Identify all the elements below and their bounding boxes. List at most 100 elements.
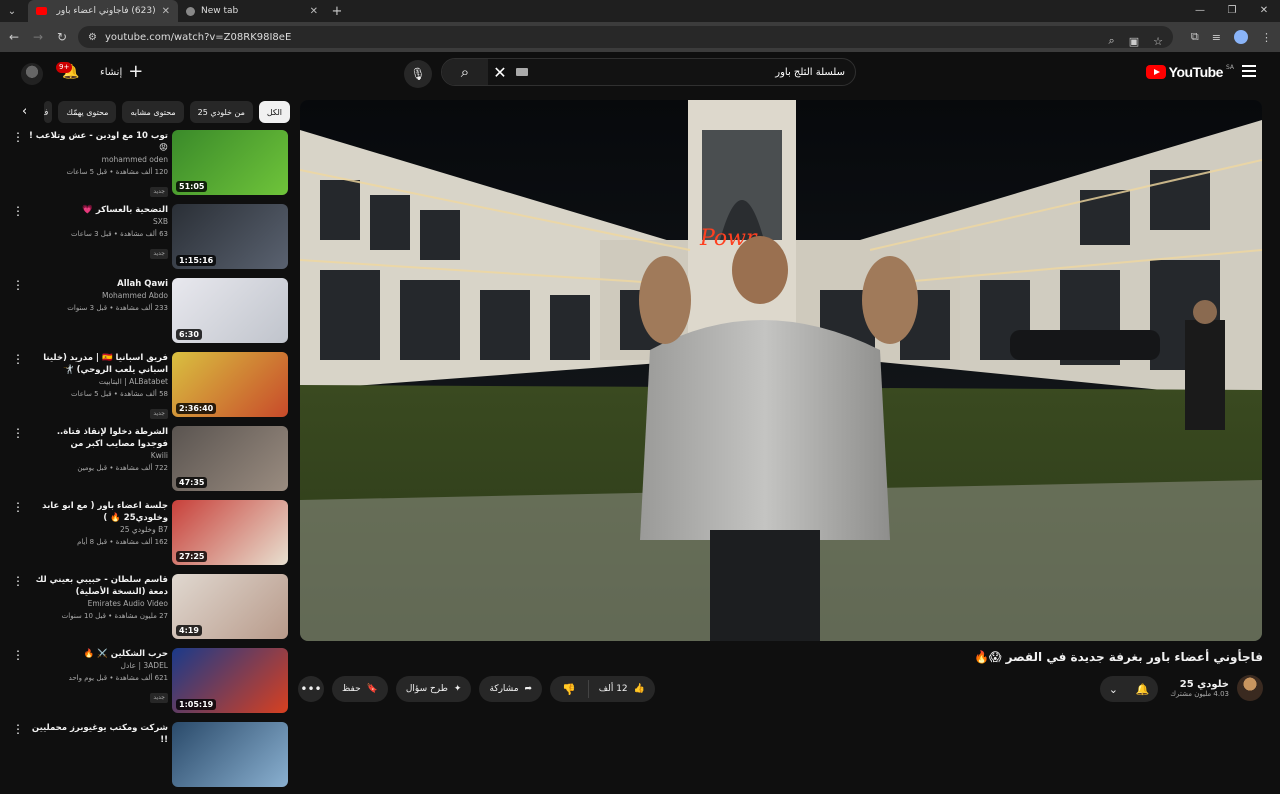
more-vertical-icon[interactable]: ⋮	[12, 575, 24, 587]
back-arrow-icon[interactable]: ←	[2, 30, 26, 44]
more-vertical-icon[interactable]: ⋮	[12, 501, 24, 513]
chrome-menu-icon[interactable]: ⋮	[1261, 31, 1272, 44]
tab-close-icon[interactable]: ✕	[162, 6, 170, 17]
recommendation-channel[interactable]: mohammed oden	[28, 154, 168, 166]
more-vertical-icon[interactable]: ⋮	[12, 649, 24, 661]
more-vertical-icon[interactable]: ⋮	[12, 353, 24, 365]
plus-icon: +	[128, 61, 144, 82]
notification-count-badge: 9+	[56, 62, 73, 73]
recommendation-channel[interactable]: B7 وخلودي 25	[28, 524, 168, 536]
tab-youtube[interactable]: (623) فاجأوني أعضاء باور بغرفة جديدة ✕	[28, 0, 178, 22]
recommendation-thumbnail[interactable]: 51:05	[172, 130, 288, 195]
recommendation-item[interactable]: ⋮ شركت ومكتب يوغيوبرز محمليين !!	[0, 720, 292, 794]
recommendation-title[interactable]: فريق اسبانيا 🇪🇸 | مدريد (خلينا اسباني يل…	[28, 352, 168, 376]
voice-search-mic-icon[interactable]: 🎙	[404, 60, 432, 88]
recommendation-title[interactable]: الشرطة دخلوا لإنقاذ فتاة.. فوجدوا مصايب …	[28, 426, 168, 450]
recommendation-thumbnail[interactable]	[172, 722, 288, 787]
share-button[interactable]: ➦ مشاركة	[479, 676, 543, 702]
recommendation-title[interactable]: جلسة اعضاء باور ( مع ابو عابد وخلودي25 🔥…	[28, 500, 168, 524]
recommendation-item[interactable]: ⋮ جلسة اعضاء باور ( مع ابو عابد وخلودي25 …	[0, 498, 292, 572]
chip-all[interactable]: الكل	[258, 101, 290, 123]
tab-new-tab[interactable]: New tab ✕	[178, 0, 326, 22]
recommendation-channel[interactable]: Emirates Audio Video	[28, 598, 168, 610]
tab-close-icon[interactable]: ✕	[310, 6, 318, 17]
keyboard-icon[interactable]	[516, 68, 528, 76]
address-bar[interactable]: ⚙ youtube.com/watch?v=Z08RK98I8eE ⌕ ▣ ☆	[78, 26, 1173, 48]
ask-button[interactable]: ✦ طرح سؤال	[395, 676, 472, 702]
tab-search-chevron-icon[interactable]: ⌄	[0, 0, 24, 22]
site-info-icon[interactable]: ⚙	[88, 32, 97, 43]
recommendation-item[interactable]: ⋮ التضحية بالعساكر 💗 SXB 63 ألف مشاهدة • قب…	[0, 202, 292, 276]
recommendation-item[interactable]: ⋮ توب 10 مع اودين - عش وتلاعب ! 😡 mohammed…	[0, 128, 292, 202]
recommendation-item[interactable]: ⋮ الشرطة دخلوا لإنقاذ فتاة.. فوجدوا مصايب…	[0, 424, 292, 498]
media-controls-icon[interactable]: ≡	[1212, 31, 1221, 44]
like-button[interactable]: 12 ألف 👍	[587, 680, 655, 698]
recommendation-thumbnail[interactable]: 1:15:16	[172, 204, 288, 269]
recommendation-channel[interactable]: 3ADEL | عادل	[28, 660, 168, 672]
search-button[interactable]: ⌕	[442, 59, 488, 85]
recommendation-thumbnail[interactable]: 2:36:40	[172, 352, 288, 417]
minimize-icon[interactable]: —	[1184, 0, 1216, 22]
recommendation-title[interactable]: Allah Qawi	[28, 278, 168, 290]
youtube-logo[interactable]: YouTube SA	[1145, 64, 1234, 80]
recommendation-title[interactable]: توب 10 مع اودين - عش وتلاعب ! 😡	[28, 130, 168, 154]
recommendation-item[interactable]: ⋮ حرب الشكلين ⚔️ 🔥 3ADEL | عادل 621 ألف مشا…	[0, 646, 292, 720]
chip-from-channel[interactable]: من خلودي 25	[189, 101, 253, 123]
recommendation-title[interactable]: حرب الشكلين ⚔️ 🔥	[28, 648, 168, 660]
zoom-icon[interactable]: ⌕	[1109, 34, 1115, 48]
chip-for-you[interactable]: محتوى يهمّك	[58, 101, 117, 123]
related-filter-chips: الكل من خلودي 25 محتوى مشابه محتوى يهمّك…	[40, 100, 290, 124]
sparkle-icon: ✦	[453, 684, 462, 694]
video-player[interactable]: Powr	[300, 100, 1262, 641]
search-input[interactable]: سلسلة الثلج باور	[528, 67, 855, 78]
cast-icon[interactable]: ▣	[1129, 35, 1139, 48]
recommendation-title[interactable]: شركت ومكتب يوغيوبرز محمليين !!	[28, 722, 168, 746]
recommendation-thumbnail[interactable]: 47:35	[172, 426, 288, 491]
recommendation-item[interactable]: ⋮ Allah Qawi Mohammed Abdo 233 ألف مشاهدة •…	[0, 276, 292, 350]
recommendation-title[interactable]: التضحية بالعساكر 💗	[28, 204, 168, 216]
more-vertical-icon[interactable]: ⋮	[12, 427, 24, 439]
recommendation-channel[interactable]: Kwili	[28, 450, 168, 462]
recommendation-channel[interactable]: SXB	[28, 216, 168, 228]
chips-scroll-left-chevron-icon[interactable]: ‹	[22, 104, 27, 119]
recommendation-thumbnail[interactable]: 6:30	[172, 278, 288, 343]
chip-more[interactable]: ف	[44, 101, 53, 123]
create-button[interactable]: إنشاء +	[100, 61, 144, 82]
video-owner[interactable]: خلودي 25 4.03 مليون مشترك	[1170, 675, 1263, 701]
recommendation-meta: قاسم سلطان - حبيبي بعيني لك دمعة (النسخة…	[28, 574, 168, 622]
extensions-icon[interactable]: ⧉	[1191, 30, 1199, 44]
more-vertical-icon[interactable]: ⋮	[12, 279, 24, 291]
more-vertical-icon[interactable]: ⋮	[12, 205, 24, 217]
youtube-favicon-icon	[36, 7, 47, 15]
more-vertical-icon[interactable]: ⋮	[12, 131, 24, 143]
chip-similar[interactable]: محتوى مشابه	[122, 101, 184, 123]
recommendation-thumbnail[interactable]: 1:05:19	[172, 648, 288, 713]
channel-name[interactable]: خلودي 25	[1170, 679, 1229, 690]
clear-search-icon[interactable]: ✕	[488, 63, 512, 82]
bookmark-star-icon[interactable]: ☆	[1153, 35, 1163, 48]
reload-icon[interactable]: ↻	[50, 30, 74, 44]
channel-avatar[interactable]	[1237, 675, 1263, 701]
dislike-button[interactable]: 👎	[550, 683, 588, 696]
recommendation-channel[interactable]: ALBatabet | البتابيت	[28, 376, 168, 388]
recommendation-thumbnail[interactable]: 27:25	[172, 500, 288, 565]
user-avatar[interactable]	[21, 63, 43, 85]
save-button[interactable]: 🔖 حفظ	[332, 676, 388, 702]
forward-arrow-icon[interactable]: →	[26, 30, 50, 44]
recommendation-item[interactable]: ⋮ فريق اسبانيا 🇪🇸 | مدريد (خلينا اسباني ي…	[0, 350, 292, 424]
close-window-icon[interactable]: ✕	[1248, 0, 1280, 22]
recommendation-meta: جلسة اعضاء باور ( مع ابو عابد وخلودي25 🔥…	[28, 500, 168, 548]
guide-menu-icon[interactable]	[1242, 65, 1256, 77]
subscription-notification-button[interactable]: ⌄ 🔔	[1100, 676, 1158, 702]
recommendation-thumbnail[interactable]: 4:19	[172, 574, 288, 639]
new-tab-plus-icon[interactable]: +	[326, 4, 348, 19]
more-actions-button[interactable]: •••	[298, 676, 324, 702]
tab-title: (623) فاجأوني أعضاء باور بغرفة جديدة	[53, 6, 156, 16]
recommendation-channel[interactable]: Mohammed Abdo	[28, 290, 168, 302]
recommendation-item[interactable]: ⋮ قاسم سلطان - حبيبي بعيني لك دمعة (النسخ…	[0, 572, 292, 646]
recommendation-title[interactable]: قاسم سلطان - حبيبي بعيني لك دمعة (النسخة…	[28, 574, 168, 598]
restore-icon[interactable]: ❐	[1216, 0, 1248, 22]
new-badge: جديد	[150, 409, 168, 419]
profile-avatar-icon[interactable]	[1234, 30, 1248, 44]
more-vertical-icon[interactable]: ⋮	[12, 723, 24, 735]
